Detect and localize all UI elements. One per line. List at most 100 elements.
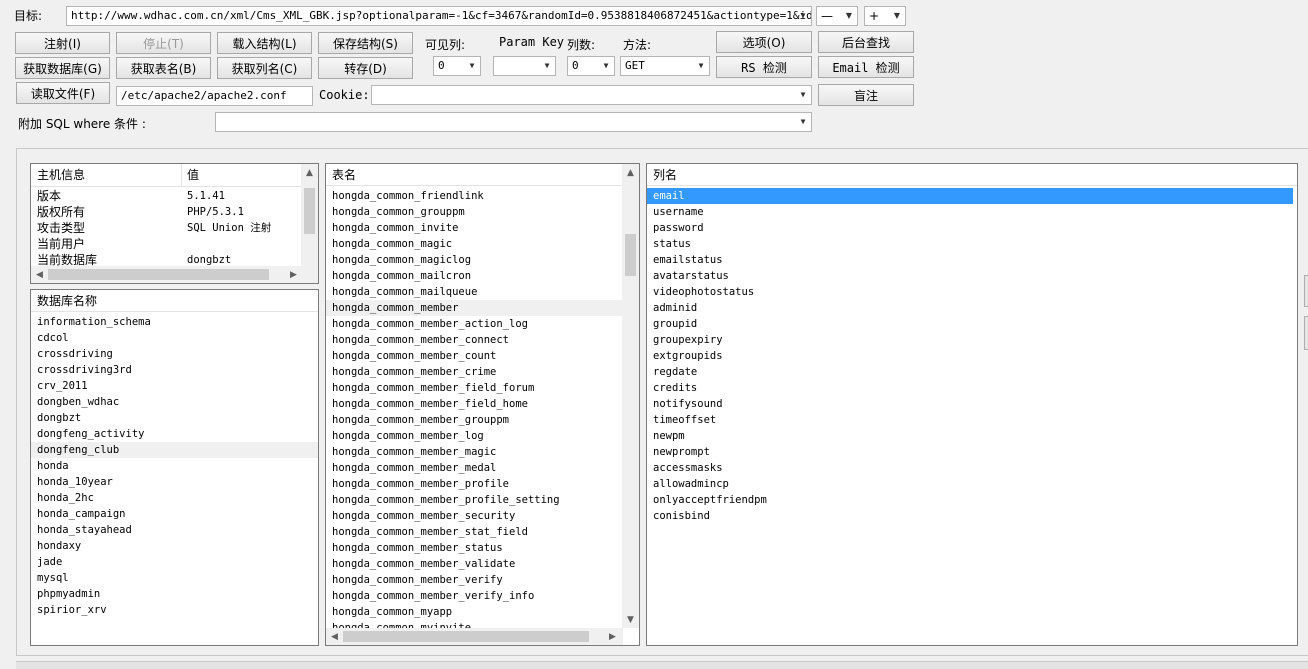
options-button[interactable]: 选项(O)	[716, 31, 812, 53]
column-item[interactable]: avatarstatus	[647, 268, 1293, 284]
read-file-button[interactable]: 读取文件(F)	[16, 82, 110, 104]
horizontal-scrollbar[interactable]: ◀ ▶	[31, 266, 318, 283]
database-item[interactable]: dongfeng_club	[31, 442, 318, 458]
host-info-key-header[interactable]: 主机信息	[37, 164, 85, 186]
email-check-button[interactable]: Email 检测	[818, 56, 914, 78]
dropdown-arrow-icon[interactable]: ▼	[795, 7, 811, 25]
column-item[interactable]: regdate	[647, 364, 1293, 380]
rs-check-button[interactable]: RS 检测	[716, 56, 812, 78]
database-item[interactable]: dongfeng_activity	[31, 426, 318, 442]
visible-columns-select[interactable]: 0 ▼	[433, 56, 481, 76]
dropdown-arrow-icon[interactable]: ▼	[795, 86, 811, 104]
where-condition-field[interactable]: ▼	[215, 112, 812, 132]
scroll-thumb[interactable]	[343, 631, 589, 642]
table-item[interactable]: hongda_common_mailcron	[326, 268, 623, 284]
table-item[interactable]: hongda_common_member_verify_info	[326, 588, 623, 604]
database-item[interactable]: crossdriving3rd	[31, 362, 318, 378]
dropdown-arrow-icon[interactable]: ▼	[795, 113, 811, 131]
database-item[interactable]: phpmyadmin	[31, 586, 318, 602]
side-button[interactable]	[1304, 316, 1308, 350]
column-list-panel[interactable]: 列名 email username password status emailstatu…	[646, 163, 1298, 646]
table-item[interactable]: hongda_common_invite	[326, 220, 623, 236]
stop-button[interactable]: 停止(T)	[116, 32, 211, 54]
column-item[interactable]: onlyacceptfriendpm	[647, 492, 1293, 508]
host-info-value-header[interactable]: 值	[187, 164, 199, 186]
file-path-input[interactable]: /etc/apache2/apache2.conf	[116, 86, 313, 106]
table-item[interactable]: hongda_common_member_medal	[326, 460, 623, 476]
scroll-up-icon[interactable]: ▲	[622, 164, 639, 181]
horizontal-scrollbar[interactable]: ◀ ▶	[326, 628, 623, 645]
table-item[interactable]: hongda_common_member_profile_setting	[326, 492, 623, 508]
column-item[interactable]: newprompt	[647, 444, 1293, 460]
table-item[interactable]: hongda_common_member_crime	[326, 364, 623, 380]
database-item[interactable]: dongbzt	[31, 410, 318, 426]
database-list-header[interactable]: 数据库名称	[31, 290, 318, 312]
scroll-right-icon[interactable]: ▶	[285, 266, 302, 283]
dropdown-arrow-icon[interactable]: ▼	[539, 57, 555, 75]
table-item[interactable]: hongda_common_member_field_home	[326, 396, 623, 412]
param-key-select[interactable]: ▼	[493, 56, 556, 76]
table-item[interactable]: hongda_common_member_verify	[326, 572, 623, 588]
table-item[interactable]: hongda_common_member_connect	[326, 332, 623, 348]
dropdown-arrow-icon[interactable]: ▼	[693, 57, 709, 75]
column-item[interactable]: email	[647, 188, 1293, 204]
host-info-panel[interactable]: 主机信息 值 版本 5.1.41 版权所有 PHP/5.3.1 攻击类型 SQL Unio…	[30, 163, 319, 284]
target-url-field[interactable]: http://www.wdhac.com.cn/xml/Cms_XML_GBK.…	[66, 6, 812, 26]
get-tables-button[interactable]: 获取表名(B)	[116, 57, 211, 79]
database-item[interactable]: dongben_wdhac	[31, 394, 318, 410]
table-item[interactable]: hongda_common_member_profile	[326, 476, 623, 492]
method-select[interactable]: GET ▼	[620, 56, 710, 76]
database-item[interactable]: honda_2hc	[31, 490, 318, 506]
column-item[interactable]: extgroupids	[647, 348, 1293, 364]
dropdown-arrow-icon[interactable]: ▼	[889, 7, 905, 25]
database-item[interactable]: honda	[31, 458, 318, 474]
table-item[interactable]: hongda_common_member_action_log	[326, 316, 623, 332]
plus-select[interactable]: + ▼	[864, 6, 906, 26]
table-item[interactable]: hongda_common_member_count	[326, 348, 623, 364]
scroll-left-icon[interactable]: ◀	[31, 266, 48, 283]
column-list-header[interactable]: 列名	[647, 164, 1297, 186]
column-item[interactable]: groupid	[647, 316, 1293, 332]
column-item[interactable]: emailstatus	[647, 252, 1293, 268]
dropdown-arrow-icon[interactable]: ▼	[598, 57, 614, 75]
scroll-thumb[interactable]	[625, 234, 636, 276]
database-item[interactable]: honda_stayahead	[31, 522, 318, 538]
host-info-row[interactable]: 当前用户	[31, 236, 301, 252]
table-item[interactable]: hongda_common_friendlink	[326, 188, 623, 204]
scroll-left-icon[interactable]: ◀	[326, 628, 343, 645]
column-item[interactable]: conisbind	[647, 508, 1293, 524]
database-item[interactable]: jade	[31, 554, 318, 570]
vertical-scrollbar[interactable]: ▲	[301, 164, 318, 266]
scroll-thumb[interactable]	[48, 269, 269, 280]
table-item[interactable]: hongda_common_member_security	[326, 508, 623, 524]
column-item[interactable]: accessmasks	[647, 460, 1293, 476]
table-item[interactable]: hongda_common_member_grouppm	[326, 412, 623, 428]
side-button[interactable]	[1304, 275, 1308, 307]
table-item[interactable]: hongda_common_member_magic	[326, 444, 623, 460]
scroll-down-icon[interactable]: ▼	[622, 611, 639, 628]
column-item[interactable]: notifysound	[647, 396, 1293, 412]
database-item[interactable]: information_schema	[31, 314, 318, 330]
column-item[interactable]: status	[647, 236, 1293, 252]
scroll-right-icon[interactable]: ▶	[604, 628, 621, 645]
database-item[interactable]: honda_10year	[31, 474, 318, 490]
dash-select[interactable]: — ▼	[816, 6, 858, 26]
host-info-row[interactable]: 版权所有 PHP/5.3.1	[31, 204, 301, 220]
get-columns-button[interactable]: 获取列名(C)	[217, 57, 312, 79]
column-item[interactable]: credits	[647, 380, 1293, 396]
column-item[interactable]: adminid	[647, 300, 1293, 316]
table-item[interactable]: hongda_common_member_status	[326, 540, 623, 556]
database-item[interactable]: spirior_xrv	[31, 602, 318, 618]
vertical-scrollbar[interactable]: ▲ ▼	[622, 164, 639, 628]
column-item[interactable]: username	[647, 204, 1293, 220]
column-count-select[interactable]: 0 ▼	[567, 56, 615, 76]
get-databases-button[interactable]: 获取数据库(G)	[15, 57, 110, 79]
scroll-thumb[interactable]	[304, 188, 315, 234]
database-item[interactable]: cdcol	[31, 330, 318, 346]
column-item[interactable]: newpm	[647, 428, 1293, 444]
column-item[interactable]: timeoffset	[647, 412, 1293, 428]
database-item[interactable]: honda_campaign	[31, 506, 318, 522]
table-list-panel[interactable]: 表名 hongda_common_friendlink hongda_common…	[325, 163, 640, 646]
database-item[interactable]: crv_2011	[31, 378, 318, 394]
database-item[interactable]: crossdriving	[31, 346, 318, 362]
